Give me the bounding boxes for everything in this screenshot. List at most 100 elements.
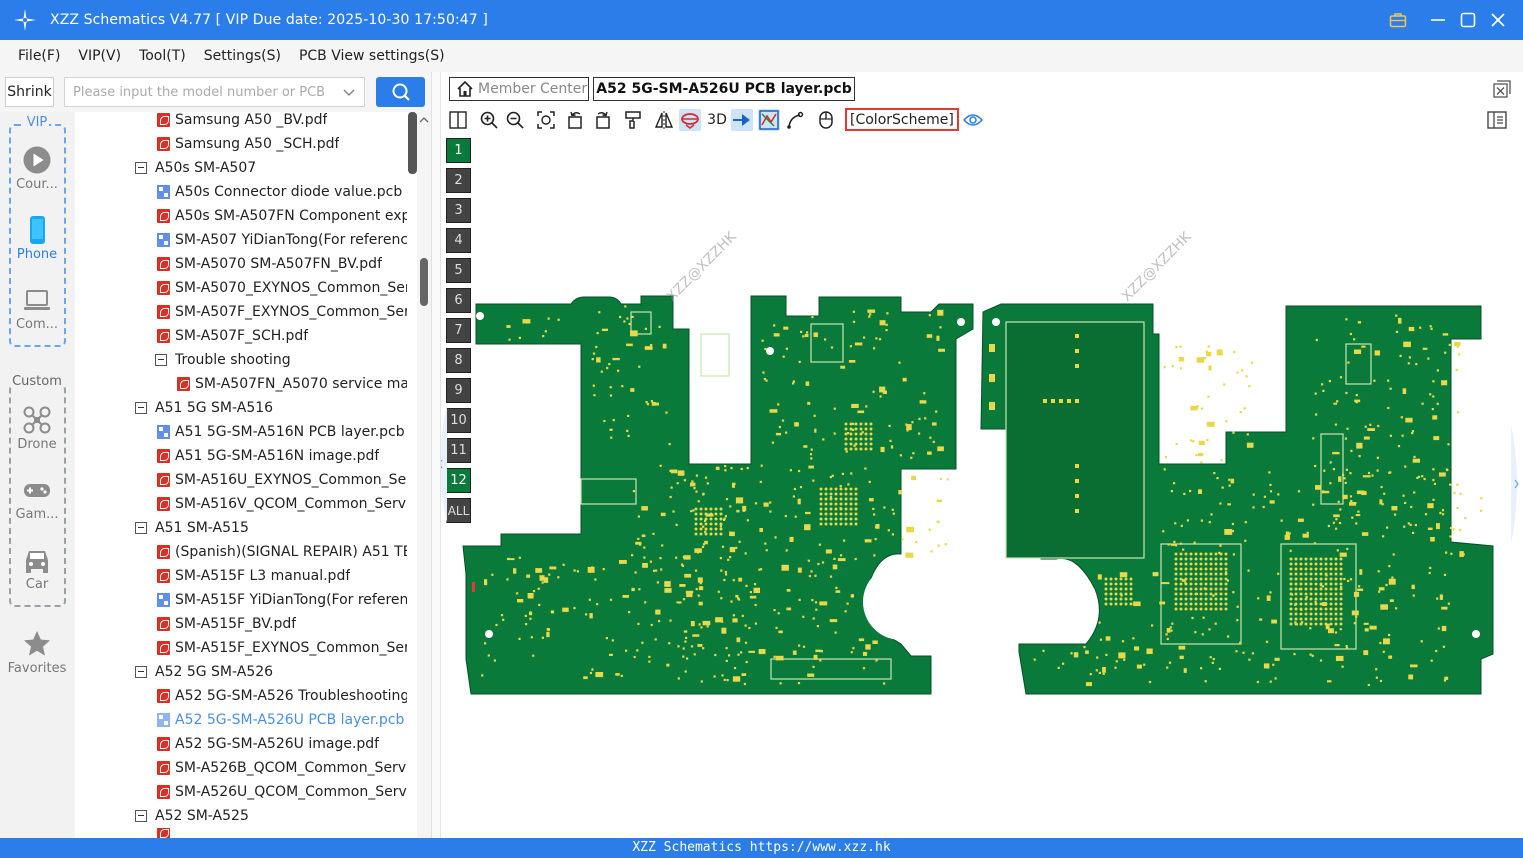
pad [872,507,875,510]
collapse-icon[interactable] [135,666,147,678]
tree-item[interactable]: SM-A5070_EXYNOS_Common_Serv [157,276,407,300]
pad [1098,621,1101,624]
collapse-icon[interactable] [135,810,147,822]
tree-scrollbar-outer[interactable] [408,112,417,174]
menu-tool[interactable]: Tool(T) [139,48,186,64]
tree-item[interactable]: SM-A526B_QCOM_Common_Servic [157,756,407,780]
tree-item[interactable]: SM-A526U_QCOM_Common_Servic [157,780,407,804]
bga-ball [1114,577,1118,581]
tab-member-center[interactable]: Member Center [449,77,589,101]
tree-item[interactable]: SM-A516V_QCOM_Common_Servic [157,492,407,516]
menu-vip[interactable]: VIP(V) [78,48,121,64]
scroll-up-icon[interactable] [418,115,430,125]
briefcase-icon[interactable] [1386,8,1410,32]
bga-ball [1114,597,1118,601]
search-button[interactable] [376,77,425,107]
bga-ball [1109,582,1113,586]
shrink-button[interactable]: Shrink [5,77,54,107]
tree-item[interactable]: SM-A507F_SCH.pdf [157,324,407,348]
pad [1241,369,1244,372]
zoom-out-button[interactable] [504,109,526,131]
fit-view-button[interactable] [535,109,557,131]
rotate-left-button[interactable] [565,109,587,131]
pad [1357,510,1360,513]
visibility-button[interactable] [962,109,984,131]
tree-item[interactable]: A51 5G-SM-A516N image.pdf [157,444,407,468]
tree-folder[interactable]: A52 5G SM-A526 [135,660,407,684]
pad [1427,357,1430,360]
trace-line-icon [787,111,804,129]
collapse-icon[interactable] [155,354,167,366]
flip-board-button[interactable] [679,109,701,131]
pcb-canvas[interactable]: 1 2 3 4 5 6 7 8 9 10 11 12 ALL XZZ@XZZHK… [441,134,1523,838]
tree-folder[interactable]: A51 5G SM-A516 [135,396,407,420]
tree-item[interactable]: SM-A515F L3 manual.pdf [157,564,407,588]
tree-item[interactable]: A52 5G-SM-A526U image.pdf [157,732,407,756]
pcb-board[interactable] [441,134,1523,838]
pane-splitter[interactable] [432,72,441,838]
tree-folder[interactable]: Trouble shooting [155,348,407,372]
format-painter-button[interactable] [622,109,644,131]
tree-folder[interactable]: A50s SM-A507 [135,156,407,180]
tree-item[interactable]: SM-A507F_EXYNOS_Common_Serv [157,300,407,324]
menu-file[interactable]: File(F) [18,48,60,64]
tree-item[interactable]: SM-A516U_EXYNOS_Common_Serv [157,468,407,492]
tree-item[interactable]: A50s Connector diode value.pcb [157,180,407,204]
tree-item[interactable]: SM-A5070 SM-A507FN_BV.pdf [157,252,407,276]
3d-view-button[interactable]: 3D [705,109,729,131]
tree-folder[interactable]: A52 SM-A525 [135,804,407,828]
collapse-icon[interactable] [135,162,147,174]
expand-left-handle-icon[interactable] [441,404,447,524]
minimize-icon[interactable] [1426,8,1450,32]
category-courses[interactable]: Cour... [0,145,74,192]
tree-item[interactable]: Samsung A50 _BV.pdf [157,112,407,132]
tree-folder[interactable]: A51 SM-A515 [135,516,407,540]
side-panel-button[interactable] [1485,109,1509,131]
pad [1357,321,1362,324]
menu-pcb-view-settings[interactable]: PCB View settings(S) [299,48,445,64]
pad [799,486,803,489]
color-scheme-button[interactable]: [ColorScheme] [845,108,959,131]
tree-item[interactable]: A50s SM-A507FN Component expl [157,204,407,228]
tree-item[interactable]: Samsung A50 _SCH.pdf [157,132,407,156]
pin-mode-button[interactable] [731,109,753,131]
zoom-in-button[interactable] [478,109,500,131]
search-input[interactable] [65,84,335,100]
tree-item[interactable]: A52 5G-SM-A526 Troubleshooting [157,684,407,708]
category-computer[interactable]: Com... [0,285,74,332]
split-view-button[interactable] [447,109,469,131]
pad [619,315,622,319]
expand-right-handle-icon[interactable] [1511,424,1523,544]
menu-settings[interactable]: Settings(S) [204,48,281,64]
bga-ball [1304,567,1308,571]
pad [1159,601,1166,605]
category-game[interactable]: Gam... [0,475,74,522]
mouse-mode-button[interactable] [815,109,837,131]
chevron-down-icon[interactable] [342,85,356,99]
close-icon[interactable] [1486,8,1510,32]
category-favorites[interactable]: Favorites [0,629,74,676]
maximize-icon[interactable] [1456,8,1480,32]
collapse-icon[interactable] [135,402,147,414]
bga-ball [1294,612,1298,616]
trace-button[interactable] [784,109,806,131]
category-drone[interactable]: Drone [0,405,74,452]
net-highlight-button[interactable] [758,109,780,131]
collapse-icon[interactable] [135,522,147,534]
pad [683,630,688,633]
category-phone[interactable]: Phone [0,215,74,262]
tree-item[interactable]: A51 5G-SM-A516N PCB layer.pcb [157,420,407,444]
tree-item[interactable]: SM-A515F_EXYNOS_Common_Serv [157,636,407,660]
rotate-right-button[interactable] [591,109,613,131]
tree-item[interactable]: SM-A515F YiDianTong(For referen [157,588,407,612]
tree-item[interactable]: SM-A507 YiDianTong(For referenc [157,228,407,252]
tree-item[interactable]: (Spanish)(SIGNAL REPAIR) A51 TEF [157,540,407,564]
tree-item-selected[interactable]: A52 5G-SM-A526U PCB layer.pcb [157,708,407,732]
tree-scrollbar-thumb[interactable] [420,258,428,306]
category-car[interactable]: Car [0,545,74,592]
close-all-tabs-icon[interactable] [1493,80,1511,98]
mirror-button[interactable] [653,109,675,131]
tree-item[interactable]: SM-A507FN_A5070 service man [177,372,407,396]
tree-item[interactable]: SM-A515F_BV.pdf [157,612,407,636]
tab-pcb-file[interactable]: A52 5G-SM-A526U PCB layer.pcb [593,77,855,101]
